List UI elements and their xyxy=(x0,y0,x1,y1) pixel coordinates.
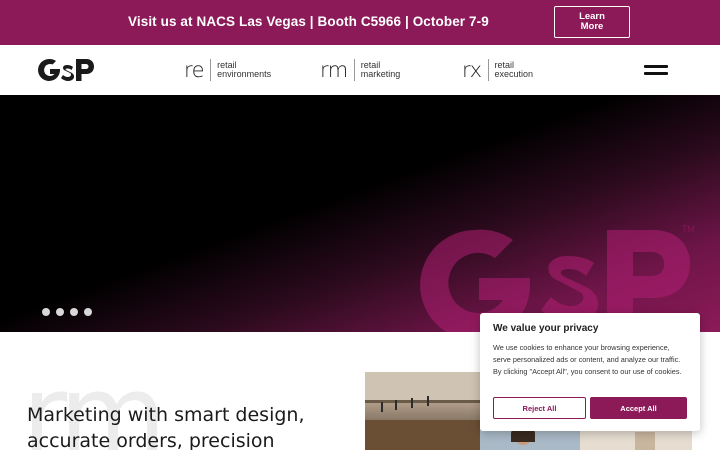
announcement-banner: Visit us at NACS Las Vegas | Booth C5966… xyxy=(0,0,720,45)
learn-more-button[interactable]: Learn More xyxy=(554,6,630,38)
cookie-title: We value your privacy xyxy=(493,323,599,334)
gsp-logo[interactable] xyxy=(35,56,95,84)
division-retail-execution[interactable]: rx retail execution xyxy=(462,57,533,83)
accept-all-button[interactable]: Accept All xyxy=(590,397,687,419)
division-abbr: rx xyxy=(462,59,489,81)
slider-dot-2[interactable] xyxy=(56,308,64,316)
hero-slider: TM xyxy=(0,95,720,332)
cookie-consent-dialog: We value your privacy We use cookies to … xyxy=(480,313,700,431)
division-abbr: re xyxy=(184,59,212,81)
division-name-line2: marketing xyxy=(360,69,401,79)
division-name-line2: execution xyxy=(494,69,534,79)
cookie-description: We use cookies to enhance your browsing … xyxy=(493,343,682,376)
division-retail-marketing[interactable]: rm retail marketing xyxy=(320,57,400,83)
division-retail-environments[interactable]: re retail environments xyxy=(184,57,271,83)
slider-dot-4[interactable] xyxy=(84,308,92,316)
slider-dots xyxy=(42,308,92,316)
cookie-buttons: Reject All Accept All xyxy=(493,397,687,419)
division-name: retail marketing xyxy=(355,61,401,79)
trademark-symbol: TM xyxy=(682,224,695,234)
hamburger-menu-icon[interactable] xyxy=(644,65,668,77)
slider-dot-1[interactable] xyxy=(42,308,50,316)
site-header: re retail environments rm retail marketi… xyxy=(0,45,720,95)
division-name: retail environments xyxy=(211,61,271,79)
division-name: retail execution xyxy=(489,61,534,79)
division-name-line2: environments xyxy=(217,69,272,79)
slider-dot-3[interactable] xyxy=(70,308,78,316)
reject-all-button[interactable]: Reject All xyxy=(493,397,586,419)
hamburger-line xyxy=(644,65,668,68)
hamburger-line xyxy=(644,72,668,75)
section-headline: Marketing with smart design, accurate or… xyxy=(27,404,305,450)
division-abbr: rm xyxy=(320,59,355,81)
announcement-text: Visit us at NACS Las Vegas | Booth C5966… xyxy=(128,14,489,29)
